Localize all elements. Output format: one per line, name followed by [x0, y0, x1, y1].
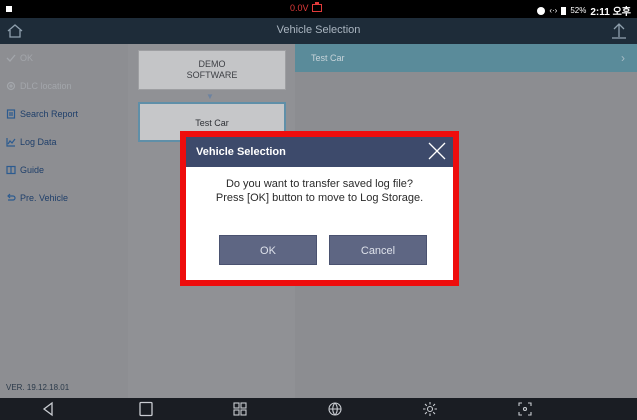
close-icon[interactable] [427, 141, 447, 161]
version-label: VER. 19.12.18.01 [6, 383, 70, 392]
signal-icon: ‹·› [549, 6, 558, 15]
demo-line-2: SOFTWARE [186, 70, 238, 80]
sidebar-item-log-data[interactable]: Log Data [6, 132, 57, 152]
location-icon [6, 81, 16, 91]
chevron-down-icon: ▼ [206, 92, 214, 101]
sidebar-item-label: DLC location [20, 81, 72, 91]
back-icon[interactable] [40, 401, 56, 417]
dialog-message-line-1: Do you want to transfer saved log file? [225, 178, 414, 190]
dialog-message: Do you want to transfer saved log file? … [186, 177, 453, 205]
recent-apps-icon[interactable] [138, 401, 154, 417]
battery-icon [561, 6, 567, 15]
list-item-selected[interactable]: Test Car › [295, 44, 637, 72]
sidebar-item-search-report[interactable]: Search Report [6, 104, 78, 124]
sync-icon [537, 6, 546, 15]
back-arrow-icon [6, 193, 16, 203]
sidebar-item-dlc-location[interactable]: DLC location [6, 76, 72, 96]
sidebar-item-guide[interactable]: Guide [6, 160, 44, 180]
chevron-right-icon: › [621, 51, 625, 65]
title-bar: Vehicle Selection [0, 18, 637, 44]
voltage-indicator: 0.0V [290, 2, 322, 13]
dialog-message-line-2: Press [OK] button to move to Log Storage… [215, 192, 424, 204]
app-grid-icon[interactable] [232, 401, 248, 417]
navigation-bar [0, 398, 637, 420]
settings-icon[interactable] [422, 401, 438, 417]
ok-button[interactable]: OK [219, 235, 317, 265]
sidebar-item-label: Log Data [20, 137, 57, 147]
dialog-title: Vehicle Selection [196, 146, 286, 158]
report-icon [6, 109, 16, 119]
sidebar-item-pre-vehicle[interactable]: Pre. Vehicle [6, 188, 68, 208]
battery-percent: 52% [570, 6, 587, 15]
sidebar-item-ok[interactable]: OK [6, 48, 33, 68]
page-title: Vehicle Selection [276, 24, 361, 36]
dialog-body: Do you want to transfer saved log file? … [186, 167, 453, 280]
sidebar-item-label: OK [20, 53, 34, 63]
chart-icon [6, 137, 16, 147]
sidebar-item-label: Search Report [20, 109, 79, 119]
up-arrow-icon[interactable] [607, 21, 631, 41]
test-car-label: Test Car [195, 118, 229, 128]
capture-icon[interactable] [517, 401, 533, 417]
sidebar-item-label: Pre. Vehicle [20, 193, 69, 203]
sidebar-item-label: Guide [20, 165, 45, 175]
status-right: ‹·› 52% 2:11 오후 [537, 3, 631, 18]
battery-red-icon [311, 2, 322, 12]
notification-dot-icon [6, 6, 12, 12]
sidebar: OK DLC location Search Report Log Data G… [0, 44, 128, 398]
book-icon [6, 165, 16, 175]
voltage-value: 0.0V [290, 3, 309, 13]
status-bar: 0.0V ‹·› 52% 2:11 오후 [0, 0, 637, 18]
demo-line-1: DEMO [198, 59, 226, 69]
cancel-button[interactable]: Cancel [329, 235, 427, 265]
check-icon [6, 53, 16, 63]
browser-icon[interactable] [327, 401, 343, 417]
list-item-label: Test Car [311, 53, 345, 63]
dialog-highlight-frame: Vehicle Selection Do you want to transfe… [180, 131, 459, 286]
demo-software-node[interactable]: DEMO SOFTWARE [138, 50, 286, 90]
clock: 2:11 오후 [590, 7, 631, 18]
dialog-header: Vehicle Selection [186, 137, 453, 167]
